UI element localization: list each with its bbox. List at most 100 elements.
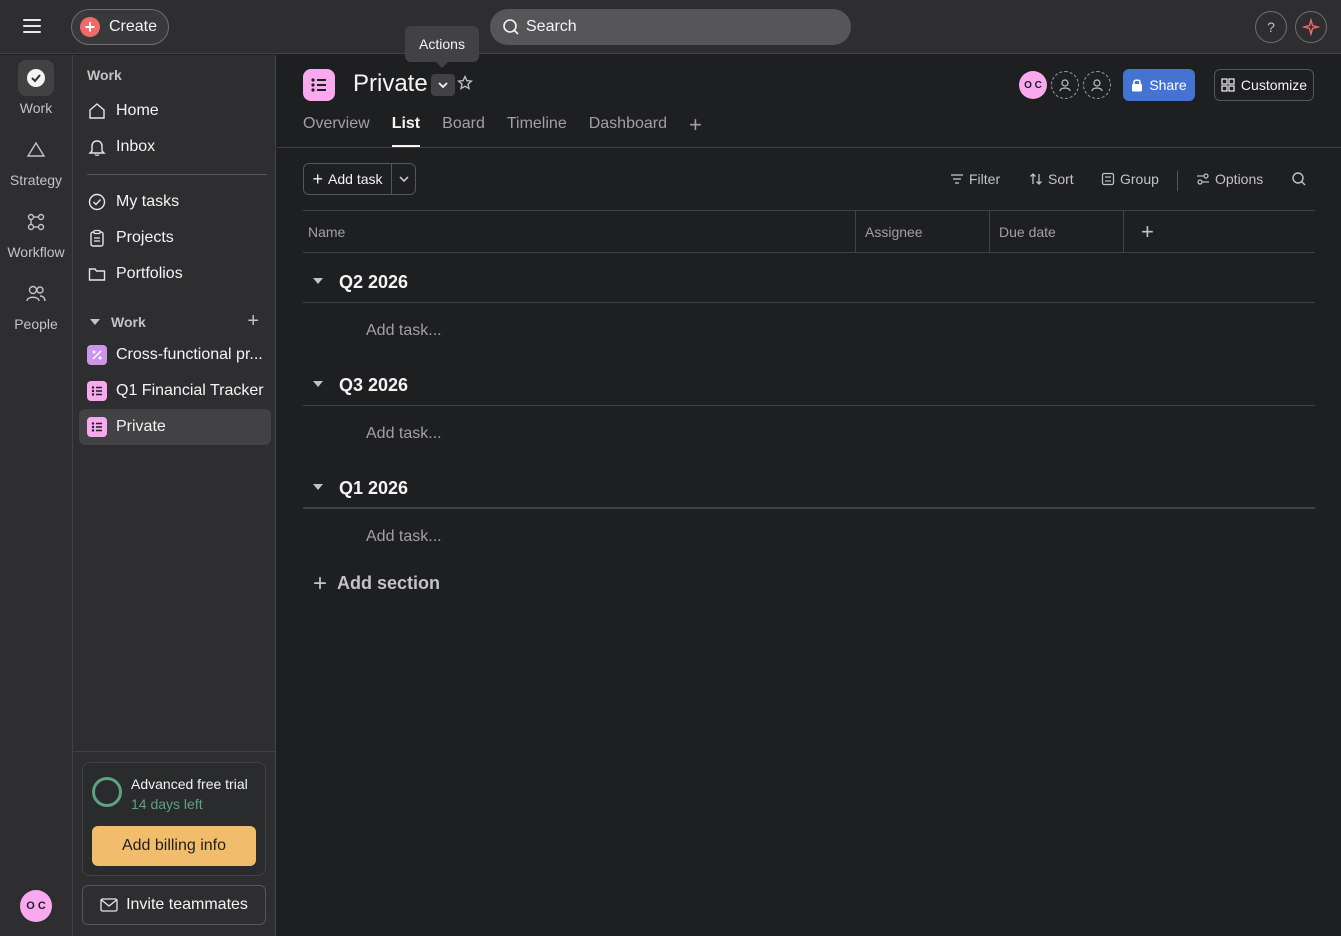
help-button[interactable]: ? bbox=[1255, 11, 1287, 43]
options-button[interactable]: Options bbox=[1196, 163, 1263, 195]
sidebar-project-private[interactable]: Private bbox=[79, 409, 271, 445]
column-header-assignee[interactable]: Assignee bbox=[860, 211, 990, 252]
list-icon bbox=[87, 417, 107, 437]
column-divider bbox=[855, 211, 856, 252]
chevron-down-icon bbox=[398, 176, 409, 183]
trial-progress-icon bbox=[92, 777, 122, 807]
section-header: Q2 2026 bbox=[303, 263, 1315, 303]
group-button[interactable]: Group bbox=[1101, 163, 1159, 195]
add-task-dropdown-button[interactable] bbox=[392, 164, 415, 194]
check-circle-icon bbox=[87, 192, 107, 212]
filter-icon bbox=[951, 174, 963, 184]
project-actions-button[interactable] bbox=[431, 74, 455, 96]
add-billing-info-button[interactable]: Add billing info bbox=[92, 826, 256, 866]
bell-icon bbox=[87, 137, 107, 157]
section-title[interactable]: Q1 2026 bbox=[339, 478, 408, 499]
add-section-button[interactable]: + Add section bbox=[313, 571, 440, 595]
filter-label: Filter bbox=[969, 171, 1001, 187]
sidebar: Work Home Inbox My tasks Projects Portfo… bbox=[72, 55, 276, 936]
add-task-inline[interactable]: Add task... bbox=[366, 322, 442, 340]
top-bar: + Create Search ? bbox=[0, 0, 1341, 54]
add-column-button[interactable]: + bbox=[1141, 211, 1154, 252]
avatar[interactable]: O C bbox=[20, 890, 52, 922]
add-tab-button[interactable]: + bbox=[689, 114, 702, 147]
options-icon bbox=[1197, 173, 1209, 185]
project-icon bbox=[87, 345, 107, 365]
workflow-icon bbox=[18, 204, 54, 240]
sidebar-item-inbox[interactable]: Inbox bbox=[79, 129, 271, 165]
search-input[interactable]: Search bbox=[490, 9, 851, 45]
sidebar-item-home[interactable]: Home bbox=[79, 93, 271, 129]
rail-item-people[interactable]: People bbox=[0, 276, 72, 332]
star-icon[interactable] bbox=[457, 74, 477, 95]
invite-label: Invite teammates bbox=[126, 896, 248, 913]
trial-days-left: 14 days left bbox=[131, 796, 203, 812]
column-header-due-date[interactable]: Due date bbox=[994, 211, 1124, 252]
add-task-label: Add task bbox=[328, 171, 383, 187]
caret-down-icon[interactable] bbox=[311, 481, 325, 493]
tab-board[interactable]: Board bbox=[442, 115, 485, 147]
add-task-inline[interactable]: Add task... bbox=[366, 425, 442, 443]
section-header: Q3 2026 bbox=[303, 366, 1315, 406]
grid-icon bbox=[1221, 78, 1235, 92]
menu-toggle-button[interactable] bbox=[22, 15, 50, 39]
trial-card: Advanced free trial 14 days left Add bil… bbox=[82, 762, 266, 876]
empty-member-icon[interactable] bbox=[1051, 71, 1079, 99]
create-label: Create bbox=[109, 18, 158, 35]
caret-down-icon[interactable] bbox=[311, 275, 325, 287]
section-title[interactable]: Q3 2026 bbox=[339, 375, 408, 396]
sidebar-item-projects[interactable]: Projects bbox=[79, 220, 271, 256]
search-icon bbox=[503, 19, 519, 35]
empty-member-icon[interactable] bbox=[1083, 71, 1111, 99]
rail-item-workflow[interactable]: Workflow bbox=[0, 204, 72, 260]
create-button[interactable]: + Create bbox=[71, 9, 169, 45]
sort-button[interactable]: Sort bbox=[1029, 163, 1074, 195]
sidebar-project-cross-functional[interactable]: Cross-functional pr... bbox=[79, 337, 271, 373]
tab-dashboard[interactable]: Dashboard bbox=[589, 115, 667, 147]
tab-list[interactable]: List bbox=[391, 115, 421, 147]
customize-button[interactable]: Customize bbox=[1214, 69, 1314, 101]
sidebar-item-label: My tasks bbox=[116, 193, 180, 210]
sidebar-item-my-tasks[interactable]: My tasks bbox=[79, 184, 271, 220]
avatar[interactable]: O C bbox=[1019, 71, 1047, 99]
sort-label: Sort bbox=[1048, 171, 1074, 187]
sidebar-item-portfolios[interactable]: Portfolios bbox=[79, 256, 271, 292]
page-title[interactable]: Private bbox=[353, 70, 428, 98]
help-icon: ? bbox=[1267, 19, 1275, 35]
column-divider bbox=[989, 211, 990, 252]
actions-tooltip: Actions bbox=[405, 26, 479, 68]
clipboard-icon bbox=[87, 228, 107, 248]
rail-item-strategy[interactable]: Strategy bbox=[0, 132, 72, 188]
caret-down-icon[interactable] bbox=[311, 378, 325, 390]
share-button[interactable]: Share bbox=[1123, 69, 1195, 101]
sidebar-group-work[interactable]: Work + bbox=[89, 311, 265, 332]
add-project-button[interactable]: + bbox=[247, 311, 259, 331]
search-tasks-button[interactable] bbox=[1291, 163, 1312, 195]
group-icon bbox=[1101, 172, 1115, 186]
sidebar-divider bbox=[73, 751, 275, 752]
share-label: Share bbox=[1149, 77, 1187, 93]
project-members[interactable]: O C bbox=[1019, 71, 1115, 99]
tab-overview[interactable]: Overview bbox=[303, 115, 370, 147]
project-tabs: Overview List Board Timeline Dashboard + bbox=[303, 114, 702, 147]
sidebar-item-label: Inbox bbox=[116, 138, 156, 155]
section-title[interactable]: Q2 2026 bbox=[339, 272, 408, 293]
sidebar-item-label: Projects bbox=[116, 229, 174, 246]
ai-assistant-button[interactable] bbox=[1295, 11, 1327, 43]
main-content: Private O C Share Customize Overview Lis… bbox=[277, 55, 1341, 936]
filter-button[interactable]: Filter bbox=[950, 163, 1000, 195]
sidebar-heading: Work bbox=[87, 67, 122, 83]
sidebar-item-label: Home bbox=[116, 102, 159, 119]
column-header-name[interactable]: Name bbox=[303, 211, 855, 252]
tab-timeline[interactable]: Timeline bbox=[507, 115, 567, 147]
list-icon bbox=[87, 381, 107, 401]
sidebar-project-q1-financial-tracker[interactable]: Q1 Financial Tracker bbox=[79, 373, 271, 409]
rail-item-label: Work bbox=[19, 100, 53, 116]
plus-icon: + bbox=[80, 17, 100, 37]
left-rail: Work Strategy Workflow People O C bbox=[0, 55, 72, 936]
invite-teammates-button[interactable]: Invite teammates bbox=[82, 885, 266, 925]
rail-item-work[interactable]: Work bbox=[0, 60, 72, 116]
add-task-inline[interactable]: Add task... bbox=[366, 528, 442, 546]
plus-icon: + bbox=[312, 169, 324, 189]
add-task-button[interactable]: + Add task bbox=[304, 164, 392, 194]
